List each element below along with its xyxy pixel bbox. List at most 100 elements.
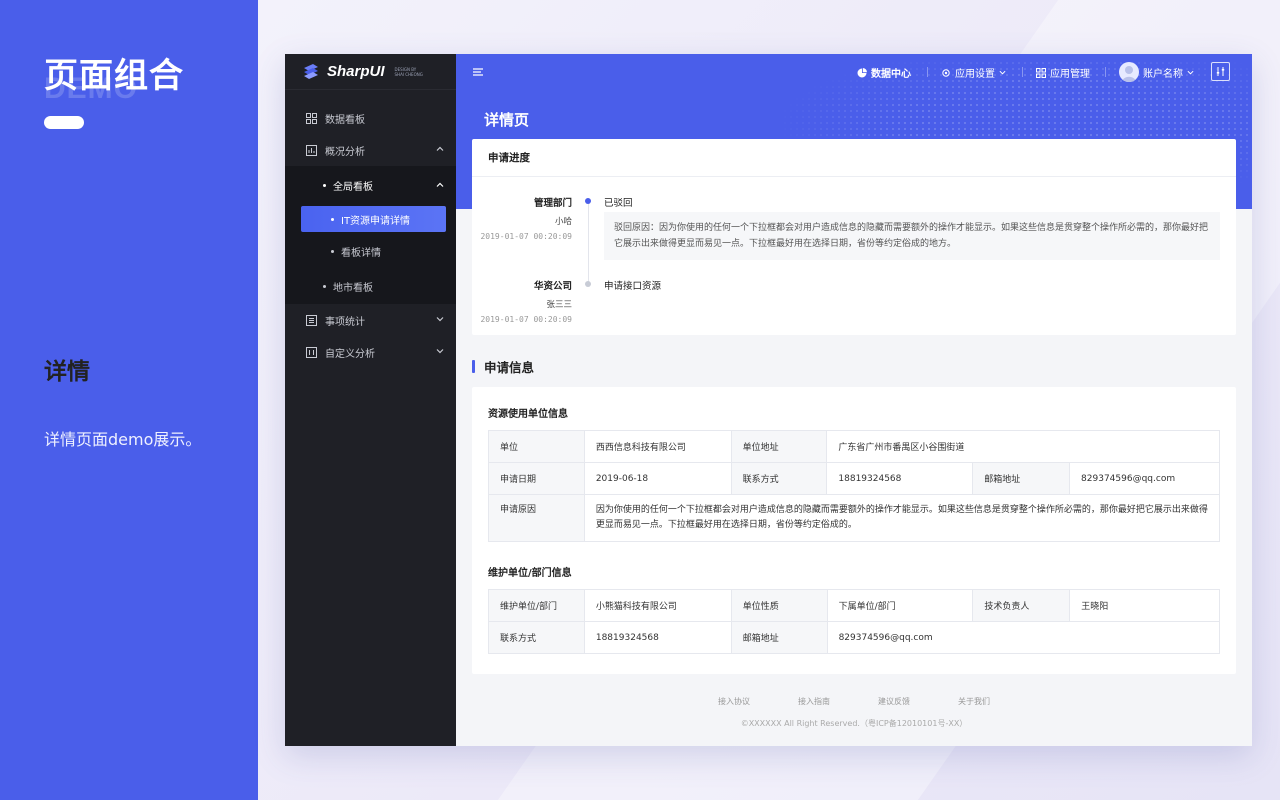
field-label: 邮箱地址: [972, 462, 1071, 495]
footer-link[interactable]: 接入指南: [798, 696, 830, 707]
info-card: 资源使用单位信息 单位 西西信息科技有限公司 单位地址 广东省广州市番禺区小谷围…: [472, 387, 1236, 674]
sidebar-item-label: 事项统计: [325, 316, 365, 328]
field-value: 广东省广州市番禺区小谷围街道: [826, 430, 1220, 463]
chevron-up-icon: [436, 182, 444, 187]
logo[interactable]: SharpUI DESIGN BY SHAI CHEONG: [285, 54, 456, 90]
field-value: 18819324568: [583, 621, 732, 654]
divider: [1105, 67, 1106, 77]
promo-panel: DEMO 页面组合 详情 详情页面demo展示。: [0, 0, 258, 800]
sidebar: SharpUI DESIGN BY SHAI CHEONG 数据看板 概况分析 …: [285, 54, 456, 746]
footer-link[interactable]: 关于我们: [958, 696, 990, 707]
step-person: 张三三: [546, 300, 572, 310]
footer-link[interactable]: 建议反馈: [878, 696, 910, 707]
grid-icon: [306, 112, 317, 124]
sidebar-item-label: 数据看板: [325, 114, 365, 126]
sidebar-item-it-request-detail[interactable]: IT资源申请详情: [301, 206, 446, 232]
field-value: 小熊猫科技有限公司: [583, 589, 732, 622]
custom-icon: [306, 346, 317, 358]
gear-icon: [942, 68, 950, 77]
field-label: 技术负责人: [972, 589, 1071, 622]
sidebar-item-label: IT资源申请详情: [341, 215, 411, 227]
sidebar-item-global-board[interactable]: 全局看板: [285, 166, 456, 204]
field-label: 联系方式: [488, 621, 585, 654]
field-label: 邮箱地址: [730, 621, 828, 654]
sidebar-item-city-board[interactable]: 地市看板: [285, 268, 456, 304]
logo-tagline-2: SHAI CHEONG: [394, 71, 423, 77]
timeline-dot-active: [585, 198, 591, 204]
bullet-icon: [331, 217, 334, 221]
nav-data-center-label: 数据中心: [871, 69, 911, 80]
sidebar-submenu: 全局看板 IT资源申请详情 看板详情 地市看板: [285, 166, 456, 304]
field-label: 单位: [488, 430, 585, 463]
nav-app-settings[interactable]: 应用设置: [941, 65, 1006, 80]
nav-app-manage[interactable]: 应用管理: [1036, 65, 1090, 80]
footer-copyright: ©XXXXXX All Right Reserved.（粤ICP备1201010…: [740, 719, 968, 728]
progress-card: 申请进度 管理部门 小哈 2019-01-07 00:20:09 已驳回 驳回原…: [472, 139, 1236, 335]
unit-info-title: 资源使用单位信息: [488, 409, 568, 420]
promo-description: 详情页面demo展示。: [44, 430, 202, 449]
promo-section-title: 详情: [44, 359, 90, 385]
logo-icon: [304, 63, 318, 79]
sidebar-item-custom-analysis[interactable]: 自定义分析: [285, 336, 456, 368]
field-value: 18819324568: [826, 462, 974, 495]
table-row: 维护单位/部门 小熊猫科技有限公司 单位性质 下属单位/部门 技术负责人 王晓阳: [488, 589, 1220, 622]
field-label: 单位地址: [730, 430, 828, 463]
maint-info-title: 维护单位/部门信息: [488, 568, 572, 579]
table-row: 单位 西西信息科技有限公司 单位地址 广东省广州市番禺区小谷围街道: [488, 430, 1220, 463]
pie-chart-icon: [857, 67, 867, 77]
chevron-up-icon: [436, 146, 444, 151]
settings-sliders-button[interactable]: [1211, 62, 1230, 81]
logo-text: SharpUI: [327, 63, 385, 80]
field-value: 西西信息科技有限公司: [583, 430, 732, 463]
app-window: SharpUI DESIGN BY SHAI CHEONG 数据看板 概况分析 …: [285, 54, 1252, 746]
chevron-down-icon: [999, 70, 1006, 75]
section-accent-bar: [472, 360, 475, 373]
table-row: 申请原因 因为你使用的任何一个下拉框都会对用户造成信息的隐藏而需要额外的操作才能…: [488, 494, 1221, 542]
field-value: 829374596@qq.com: [826, 621, 1221, 654]
footer-links: 接入协议 接入指南 建议反馈 关于我们: [456, 696, 1252, 707]
timeline-step-meta: 管理部门 小哈 2019-01-07 00:20:09: [480, 195, 572, 241]
account-name: 账户名称: [1143, 68, 1183, 80]
step-department: 管理部门: [533, 198, 572, 209]
section-title-text: 申请信息: [484, 360, 535, 375]
timeline-dot: [585, 281, 591, 287]
sidebar-item-statistics[interactable]: 事项统计: [285, 304, 456, 336]
promo-title: 页面组合: [44, 56, 184, 96]
step-status: 申请接口资源: [604, 281, 662, 292]
bullet-icon: [323, 284, 326, 288]
menu-toggle-icon[interactable]: [472, 66, 484, 78]
sidebar-item-label: 全局看板: [333, 181, 373, 193]
divider: [1022, 67, 1023, 77]
logo-tagline: DESIGN BY SHAI CHEONG: [395, 67, 423, 77]
table-row: 申请日期 2019-06-18 联系方式 18819324568 邮箱地址 82…: [488, 462, 1220, 495]
avatar: [1119, 62, 1139, 82]
reject-reason: 驳回原因：因为你使用的任何一个下拉框都会对用户造成信息的隐藏而需要额外的操作才能…: [604, 212, 1220, 260]
nav-data-center[interactable]: 数据中心: [857, 65, 911, 80]
sidebar-item-dashboard[interactable]: 数据看板: [285, 102, 456, 134]
sidebar-item-label: 看板详情: [341, 247, 381, 259]
sidebar-item-board-detail[interactable]: 看板详情: [285, 234, 456, 268]
field-label: 申请原因: [488, 494, 585, 542]
step-time: 2019-01-07 00:20:09: [480, 232, 572, 241]
timeline-line: [588, 203, 589, 283]
field-label: 单位性质: [730, 589, 828, 622]
nav-app-manage-label: 应用管理: [1050, 69, 1090, 80]
field-value: 2019-06-18: [583, 462, 732, 495]
field-label: 维护单位/部门: [488, 589, 585, 622]
step-person: 小哈: [554, 217, 572, 227]
step-time: 2019-01-07 00:20:09: [480, 315, 572, 324]
bullet-icon: [331, 249, 334, 253]
nav-app-settings-label: 应用设置: [955, 69, 995, 80]
section-title: 申请信息: [472, 357, 534, 376]
sidebar-item-overview[interactable]: 概况分析: [285, 134, 456, 166]
progress-card-title: 申请进度: [472, 139, 1236, 177]
chart-icon: [306, 144, 317, 156]
promo-pill: [44, 116, 84, 129]
timeline-step-meta: 华资公司 张三三 2019-01-07 00:20:09: [480, 278, 572, 324]
maint-info-table: 维护单位/部门 小熊猫科技有限公司 单位性质 下属单位/部门 技术负责人 王晓阳…: [488, 589, 1221, 654]
account-menu[interactable]: 账户名称: [1119, 62, 1194, 82]
footer-link[interactable]: 接入协议: [718, 696, 750, 707]
field-value: 王晓阳: [1069, 589, 1220, 622]
divider: [927, 67, 928, 77]
sliders-icon: [1216, 67, 1225, 76]
